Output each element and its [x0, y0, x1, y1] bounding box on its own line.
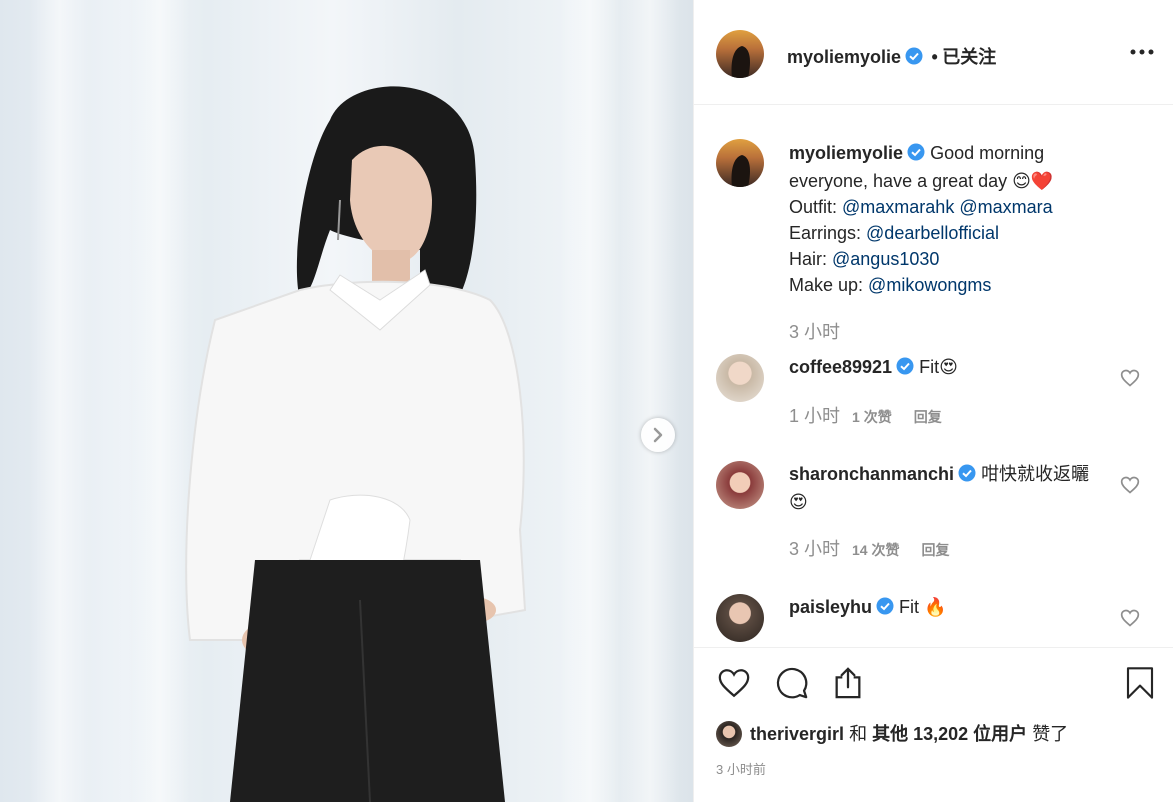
comment-text: Fit 🔥: [899, 597, 947, 617]
comment-avatar[interactable]: [716, 354, 764, 402]
woman-figure: [185, 86, 527, 802]
heart-icon: [1120, 476, 1140, 494]
bookmark-icon: [1126, 667, 1154, 699]
post-details-panel: myoliemyolie • 已关注 myoliemyolie Good mor…: [693, 0, 1173, 802]
comment-avatar[interactable]: [716, 461, 764, 509]
verified-icon: [905, 47, 923, 70]
comment-time[interactable]: 1 小时: [789, 406, 840, 426]
reply-button[interactable]: 回复: [914, 409, 942, 425]
comment-avatar[interactable]: [716, 594, 764, 642]
comment-meta: 1 小时 1 次赞 回复: [789, 402, 942, 428]
comment-body: paisleyhu Fit 🔥: [789, 594, 1099, 622]
caption-username[interactable]: myoliemyolie: [789, 143, 903, 163]
likes-others-prefix: 其他: [872, 724, 909, 744]
caption-emoji: 😊❤️: [1012, 171, 1054, 191]
caption-line-label: Outfit:: [789, 197, 843, 217]
comment-item: coffee89921 Fit😍 1 小时 1 次赞 回复: [694, 350, 1173, 450]
comment-username[interactable]: coffee89921: [789, 357, 892, 377]
comment-body: coffee89921 Fit😍: [789, 354, 1099, 382]
post-photo[interactable]: [0, 0, 693, 802]
comment-text: Fit😍: [919, 357, 958, 377]
mention-link[interactable]: @dearbellofficial: [866, 223, 999, 243]
next-arrow-button[interactable]: [641, 418, 675, 452]
likes-count: 13,202: [913, 724, 969, 744]
likes-verb: 赞了: [1032, 724, 1069, 744]
verified-icon: [907, 142, 925, 168]
mention-link[interactable]: @maxmara: [959, 197, 1052, 217]
comment-item: paisleyhu Fit 🔥: [694, 590, 1173, 647]
verified-icon: [958, 463, 976, 489]
follow-status-button[interactable]: 已关注: [942, 47, 996, 67]
heart-icon: [1120, 609, 1140, 627]
next-arrow-icon: [653, 427, 663, 443]
caption-line-label: Make up:: [789, 275, 869, 295]
caption-line-label: Hair:: [789, 249, 833, 269]
comment-button[interactable]: [774, 666, 810, 705]
comment-like-button[interactable]: [1120, 475, 1140, 500]
comment-meta: 3 小时 14 次赞 回复: [789, 535, 949, 561]
caption-line-label: Earrings:: [789, 223, 867, 243]
more-options-icon: [1130, 49, 1154, 55]
likes-connector: 和: [849, 724, 868, 744]
avatar-silhouette: [731, 155, 750, 187]
share-button[interactable]: [831, 665, 865, 706]
comment-like-button[interactable]: [1120, 608, 1140, 633]
comment-username[interactable]: paisleyhu: [789, 597, 872, 617]
verified-icon: [876, 596, 894, 622]
more-options-button[interactable]: [1130, 42, 1154, 67]
save-button[interactable]: [1124, 665, 1156, 706]
mention-link[interactable]: @mikowongms: [868, 275, 991, 295]
heart-icon: [718, 669, 750, 698]
comment-username[interactable]: sharonchanmanchi: [789, 464, 954, 484]
comment-icon: [776, 667, 808, 699]
liker-username[interactable]: theriverg­irl: [750, 724, 844, 744]
comment-likes[interactable]: 14 次赞: [852, 542, 899, 558]
mention-link[interactable]: @maxmarahk: [842, 197, 954, 217]
post-actions: theriverg­irl 和 其他 13,202 位用户 赞了 3 小时前: [694, 647, 1173, 802]
likes-others-link[interactable]: 其他 13,202 位用户: [872, 724, 1027, 744]
likes-others-suffix: 位用户: [973, 724, 1028, 744]
comment-time[interactable]: 3 小时: [789, 539, 840, 559]
likes-summary: theriverg­irl 和 其他 13,202 位用户 赞了: [716, 720, 1068, 747]
verified-icon: [896, 356, 914, 382]
comment-item: sharonchanmanchi 咁快就收返曬😍 3 小时 14 次赞 回复: [694, 457, 1173, 567]
avatar-silhouette: [731, 46, 750, 78]
comment-likes[interactable]: 1 次赞: [852, 409, 892, 425]
reply-button[interactable]: 回复: [921, 542, 949, 558]
comments-scroll-area[interactable]: myoliemyolie Good morning everyone, have…: [694, 105, 1173, 647]
username[interactable]: myoliemyolie: [787, 47, 901, 67]
heart-icon: [1120, 369, 1140, 387]
comment-like-button[interactable]: [1120, 368, 1140, 393]
share-icon: [835, 667, 861, 699]
liker-avatar[interactable]: [716, 721, 742, 747]
avatar[interactable]: [716, 30, 764, 78]
caption-time[interactable]: 3 小时: [789, 318, 840, 344]
mention-link[interactable]: @angus1030: [832, 249, 939, 269]
caption-avatar[interactable]: [716, 139, 764, 187]
comment-body: sharonchanmanchi 咁快就收返曬😍: [789, 461, 1099, 515]
post-header: myoliemyolie • 已关注: [694, 0, 1173, 105]
like-button[interactable]: [716, 666, 752, 705]
post-timestamp[interactable]: 3 小时前: [716, 759, 766, 778]
caption: myoliemyolie Good morning everyone, have…: [789, 140, 1109, 298]
follow-separator: •: [931, 47, 938, 67]
